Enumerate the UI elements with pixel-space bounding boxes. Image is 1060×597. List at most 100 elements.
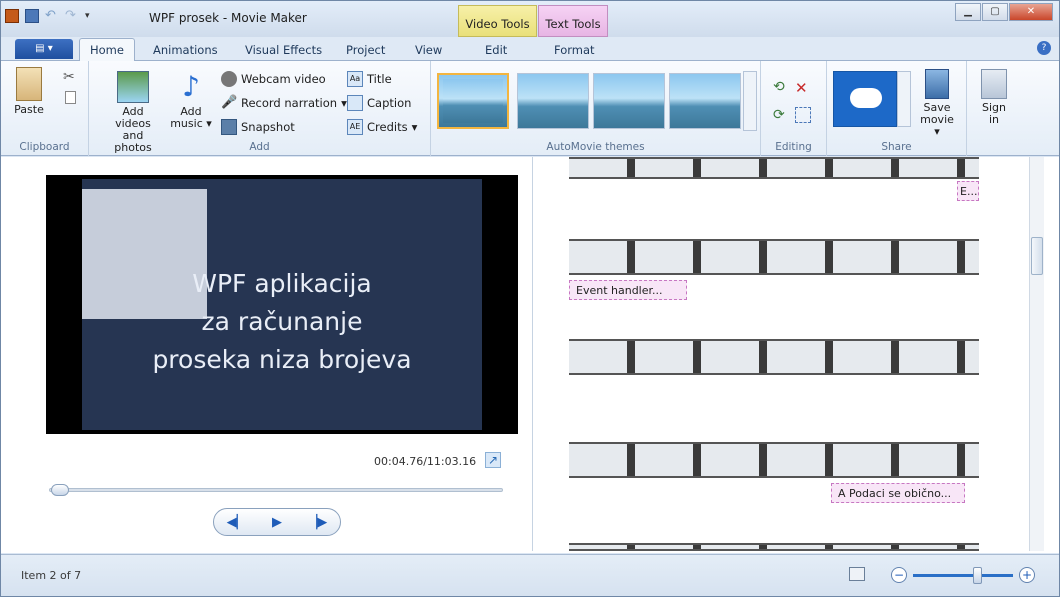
add-group-label: Add: [249, 141, 270, 153]
save-movie-button[interactable]: Save movie ▾: [917, 69, 957, 138]
main-area: WPF aplikacija za računanje proseka niza…: [1, 157, 1059, 553]
status-item-count: Item 2 of 7: [21, 569, 82, 582]
previous-frame-icon[interactable]: ◀▏: [227, 515, 247, 530]
credits-button[interactable]: AE Credits ▾: [347, 119, 417, 135]
copy-icon[interactable]: [65, 91, 76, 104]
onedrive-share-button[interactable]: [833, 71, 897, 127]
cloud-icon: [850, 88, 882, 108]
caption-label: Caption: [367, 96, 412, 110]
record-narration-button[interactable]: 🎤 Record narration ▾: [221, 95, 347, 111]
user-icon: [981, 69, 1007, 99]
movie-maker-app-icon[interactable]: [5, 9, 19, 23]
window-controls: ▁ ▢ ✕: [954, 3, 1053, 21]
tab-view[interactable]: View: [415, 41, 442, 59]
sign-in-label-2: in: [988, 113, 1000, 126]
title-button[interactable]: Aa Title: [347, 71, 392, 87]
cut-icon[interactable]: ✂: [63, 69, 79, 85]
storyboard-clip-2[interactable]: [569, 239, 979, 275]
storyboard-clip-4[interactable]: [569, 442, 979, 478]
minimize-button[interactable]: ▁: [955, 3, 981, 21]
themes-gallery-scroll[interactable]: [743, 71, 757, 131]
paste-button[interactable]: Paste: [9, 67, 49, 116]
zoom-slider[interactable]: [913, 566, 1013, 584]
title-label: Title: [367, 72, 392, 86]
save-icon[interactable]: [25, 9, 39, 23]
paste-label: Paste: [14, 103, 44, 116]
application-menu-button[interactable]: ▤ ▾: [15, 39, 73, 59]
film-photo-icon: [117, 71, 149, 103]
tab-format[interactable]: Format: [554, 41, 595, 59]
sign-in-button[interactable]: Sign in: [977, 69, 1011, 126]
tab-project[interactable]: Project: [346, 41, 385, 59]
caption-button[interactable]: Caption: [347, 95, 411, 111]
tab-animations[interactable]: Animations: [153, 41, 218, 59]
zoom-out-icon[interactable]: −: [891, 567, 907, 583]
status-bar: Item 2 of 7 − +: [1, 554, 1059, 596]
video-title-line-1: WPF aplikacija: [192, 269, 372, 298]
tab-home[interactable]: Home: [79, 38, 135, 62]
redo-icon[interactable]: ↷: [65, 9, 79, 23]
video-title-line-3: proseka niza brojeva: [152, 345, 412, 374]
help-icon[interactable]: ?: [1037, 41, 1051, 55]
theme-thumbnail-4[interactable]: [669, 73, 741, 129]
theme-thumbnail-2[interactable]: [517, 73, 589, 129]
add-music-label-2: music ▾: [170, 117, 212, 130]
credits-label: Credits: [367, 120, 408, 134]
storyboard-scrollbar[interactable]: [1029, 157, 1044, 551]
tab-visual-effects[interactable]: Visual Effects: [245, 41, 322, 59]
microphone-icon: 🎤: [221, 95, 238, 110]
theme-thumbnail-3[interactable]: [593, 73, 665, 129]
remove-icon[interactable]: ✕: [795, 79, 811, 97]
caption-icon: [347, 95, 363, 111]
storyboard-clip-5[interactable]: [569, 543, 979, 551]
webcam-video-button[interactable]: Webcam video: [221, 71, 326, 87]
caption-clip-1[interactable]: E...: [957, 181, 979, 201]
add-music-button[interactable]: ♪ Add music ▾: [169, 71, 213, 130]
share-group: Save movie ▾ Share: [827, 61, 967, 156]
editing-group: ⟲ ✕ ⟳ Editing: [761, 61, 827, 156]
seek-bar[interactable]: [49, 484, 503, 496]
storyboard-clip-1[interactable]: [569, 157, 979, 179]
close-button[interactable]: ✕: [1009, 3, 1053, 21]
record-narration-label: Record narration: [241, 96, 338, 110]
save-movie-label-2: movie ▾: [920, 113, 954, 138]
theme-thumbnail-1[interactable]: [437, 73, 509, 129]
rotate-left-icon[interactable]: ⟲: [773, 79, 789, 95]
paste-icon: [16, 67, 42, 101]
storyboard-scroll-thumb[interactable]: [1031, 237, 1043, 275]
automovie-themes-group: AutoMovie themes: [431, 61, 761, 156]
caption-clip-2[interactable]: Event handler...: [569, 280, 687, 300]
save-movie-icon: [925, 69, 949, 99]
zoom-in-icon[interactable]: +: [1019, 567, 1035, 583]
webcam-icon: [221, 71, 237, 87]
music-note-icon: ♪: [182, 70, 200, 103]
qat-dropdown-icon[interactable]: ▾: [85, 9, 99, 23]
rotate-right-icon[interactable]: ⟳: [773, 107, 789, 123]
add-videos-label-1: Add videos: [115, 105, 151, 130]
play-icon[interactable]: ▶: [272, 515, 282, 530]
storyboard-view-icon[interactable]: [849, 567, 865, 581]
window-title: WPF prosek - Movie Maker: [149, 11, 307, 25]
tab-edit[interactable]: Edit: [485, 41, 507, 59]
select-all-icon[interactable]: [795, 107, 811, 123]
storyboard: E... Event handler... A Podaci se obično…: [541, 157, 1044, 551]
context-tab-video-tools: Video Tools: [458, 5, 537, 37]
ribbon-tab-row: ▤ ▾ Home Animations Visual Effects Proje…: [1, 37, 1059, 62]
caption-clip-4[interactable]: A Podaci se obično...: [831, 483, 965, 503]
ribbon: Paste ✂ Clipboard Add videos and photos …: [1, 61, 1059, 156]
quick-access-toolbar: ↶ ↷ ▾: [5, 9, 99, 23]
clipboard-group-label: Clipboard: [19, 141, 70, 153]
zoom-slider-thumb[interactable]: [973, 566, 982, 584]
undo-icon[interactable]: ↶: [45, 9, 59, 23]
share-gallery-scroll[interactable]: [897, 71, 911, 127]
video-preview[interactable]: WPF aplikacija za računanje proseka niza…: [46, 175, 518, 434]
snapshot-button[interactable]: Snapshot: [221, 119, 295, 135]
snapshot-icon: [221, 119, 237, 135]
fullscreen-icon[interactable]: ↗: [485, 452, 501, 468]
storyboard-clip-3[interactable]: [569, 339, 979, 375]
seek-thumb[interactable]: [51, 484, 70, 496]
maximize-button[interactable]: ▢: [982, 3, 1008, 21]
share-group-label: Share: [881, 141, 912, 153]
next-frame-icon[interactable]: ▕▶: [307, 515, 327, 530]
app-window: ↶ ↷ ▾ WPF prosek - Movie Maker Video Too…: [0, 0, 1060, 597]
